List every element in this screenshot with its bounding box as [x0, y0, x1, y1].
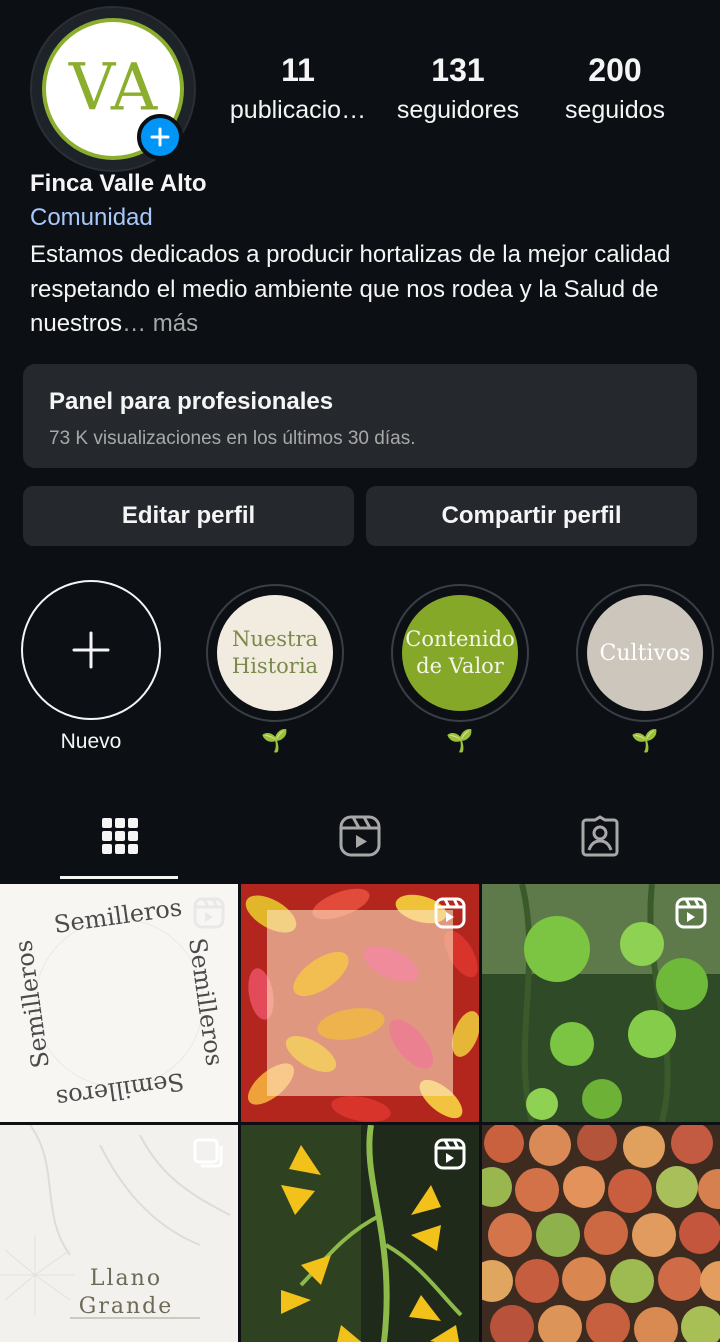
panel-title: Panel para profesionales — [49, 388, 334, 415]
reel-icon — [193, 897, 225, 929]
post-thumbnail[interactable] — [241, 1125, 479, 1342]
active-tab-indicator — [60, 876, 178, 879]
bio-more-link[interactable]: … más — [122, 310, 198, 337]
post-thumbnail[interactable] — [241, 884, 479, 1122]
carousel-icon — [193, 1138, 223, 1168]
tab-posts-grid[interactable] — [0, 806, 240, 866]
stat-value: 200 — [588, 52, 642, 88]
highlight-cover-text: Contenido — [405, 627, 515, 651]
highlight-cover: Cultivos — [587, 595, 703, 711]
highlight-cover-text: de Valor — [416, 654, 504, 678]
reels-icon — [339, 815, 381, 857]
plus-icon — [72, 631, 110, 669]
highlight-label: 🌱 — [261, 728, 289, 753]
highlight-label: Nuevo — [60, 730, 122, 753]
post-image — [482, 1125, 720, 1342]
post-thumbnail[interactable] — [482, 1125, 720, 1342]
add-story-button[interactable] — [137, 114, 183, 160]
stat-label: seguidos — [564, 96, 666, 124]
avatar-monogram: VA — [68, 51, 158, 126]
edit-profile-button[interactable]: Editar perfil — [23, 486, 354, 546]
stat-followers[interactable]: 131 seguidores — [388, 52, 528, 132]
reel-icon — [434, 897, 466, 929]
post-thumbnail[interactable]: Semilleros Semilleros Semilleros Semille… — [0, 884, 238, 1122]
highlight-label: 🌱 — [631, 728, 659, 753]
stat-following[interactable]: 200 seguidos — [545, 52, 685, 132]
tab-tagged[interactable] — [480, 806, 720, 866]
share-profile-button[interactable]: Compartir perfil — [366, 486, 697, 546]
post-text: Llano — [90, 1266, 162, 1291]
profile-name: Finca Valle Alto — [30, 170, 207, 197]
profile-category[interactable]: Comunidad — [30, 204, 153, 232]
post-thumbnail[interactable] — [482, 884, 720, 1122]
highlight-cover-text: Historia — [231, 654, 319, 678]
plus-icon — [150, 127, 170, 147]
reel-icon — [434, 1138, 466, 1170]
tagged-icon — [581, 815, 619, 857]
professional-dashboard[interactable]: Panel para profesionales 73 K visualizac… — [23, 364, 697, 468]
reel-icon — [675, 897, 707, 929]
new-highlight-button[interactable] — [21, 580, 161, 720]
highlight-cover-text: Nuestra — [231, 627, 319, 651]
profile-bio: Estamos dedicados a producir hortalizas … — [30, 238, 700, 342]
grid-icon — [102, 818, 138, 854]
post-thumbnail[interactable]: Llano Grande — [0, 1125, 238, 1342]
highlight-label: 🌱 — [446, 728, 474, 753]
tab-reels[interactable] — [240, 806, 480, 866]
highlight-nuestra-historia[interactable]: Nuestra Historia — [206, 584, 344, 722]
stat-value: 11 — [281, 52, 315, 88]
highlight-contenido-de-valor[interactable]: Contenido de Valor — [391, 584, 529, 722]
stat-value: 131 — [431, 52, 485, 88]
highlight-cover: Contenido de Valor — [402, 595, 518, 711]
stat-posts[interactable]: 11 publicacio… — [228, 52, 368, 132]
panel-subtitle: 73 K visualizaciones en los últimos 30 d… — [49, 428, 416, 449]
stat-label: publicacio… — [229, 96, 367, 124]
highlight-cover: Nuestra Historia — [217, 595, 333, 711]
post-text: Grande — [79, 1294, 173, 1319]
highlight-cover-text: Cultivos — [599, 640, 691, 666]
stat-label: seguidores — [396, 96, 520, 124]
highlight-cultivos[interactable]: Cultivos — [576, 584, 714, 722]
